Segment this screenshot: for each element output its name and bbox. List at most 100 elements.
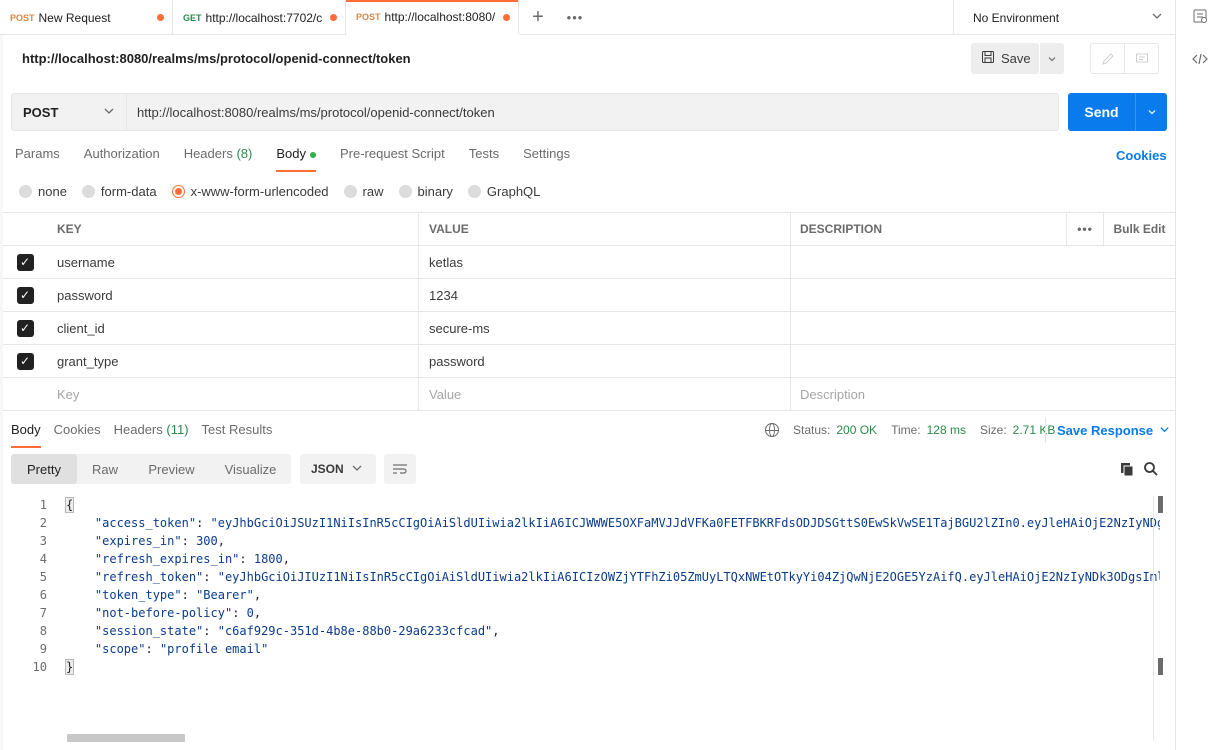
table-row: ✓ username ketlas — [3, 246, 1175, 279]
radio-binary[interactable]: binary — [398, 184, 453, 199]
tabs-more-icon[interactable]: ••• — [557, 0, 593, 34]
response-headers-count: (11) — [166, 422, 189, 437]
response-tabs: Body Cookies Headers (11) Test Results — [11, 422, 272, 448]
row-checkbox[interactable]: ✓ — [3, 345, 47, 377]
wrap-lines-icon[interactable] — [384, 454, 416, 484]
right-rail — [1175, 0, 1223, 750]
radio-none[interactable]: none — [19, 184, 67, 199]
url-input[interactable]: http://localhost:8080/realms/ms/protocol… — [127, 93, 1059, 131]
param-key[interactable]: grant_type — [47, 345, 419, 377]
json-bracket: } — [64, 659, 75, 675]
row-checkbox[interactable]: ✓ — [3, 279, 47, 311]
send-options-chevron-icon[interactable] — [1135, 93, 1167, 131]
code-snippet-icon[interactable] — [1190, 49, 1210, 69]
json-key: "token_type" — [94, 588, 182, 602]
radio-label: raw — [362, 184, 384, 199]
response-tab-headers[interactable]: Headers (11) — [114, 422, 189, 448]
save-button[interactable]: Save — [971, 43, 1039, 74]
view-visualize-button[interactable]: Visualize — [210, 454, 291, 484]
new-tab-plus-icon[interactable]: + — [519, 0, 557, 34]
edit-pencil-icon[interactable] — [1091, 44, 1125, 73]
tab-token-request[interactable]: POST http://localhost:8080/ — [346, 0, 519, 35]
line-number: 7 — [39, 606, 47, 620]
unsaved-dot-icon — [330, 14, 337, 21]
json-key: "session_state" — [94, 624, 204, 638]
vertical-scroll-track[interactable] — [1153, 496, 1154, 741]
empty-check-cell — [3, 378, 47, 410]
code-line: 3 "expires_in": 300, — [0, 532, 1160, 550]
param-key[interactable]: password — [47, 279, 419, 311]
horizontal-scrollbar-thumb[interactable] — [67, 734, 185, 742]
copy-icon[interactable] — [1118, 460, 1136, 478]
status-value[interactable]: 200 OK — [836, 423, 877, 437]
json-value: "Bearer" — [196, 588, 254, 602]
format-select[interactable]: JSON — [300, 454, 376, 484]
tab-get-request[interactable]: GET http://localhost:7702/c — [173, 0, 346, 35]
json-value: 1800 — [253, 552, 283, 566]
cookies-link[interactable]: Cookies — [1116, 148, 1167, 163]
row-checkbox[interactable]: ✓ — [3, 246, 47, 278]
save-options-chevron-icon[interactable] — [1040, 43, 1064, 74]
http-method-select[interactable]: POST — [11, 93, 127, 131]
tab-settings[interactable]: Settings — [523, 146, 570, 172]
code-line: 5 "refresh_token": "eyJhbGciOiJIUzI1NiIs… — [0, 568, 1160, 586]
param-key[interactable]: client_id — [47, 312, 419, 344]
code-line: 7 "not-before-policy": 0, — [0, 604, 1160, 622]
body-type-radio-group: none form-data x-www-form-urlencoded raw… — [19, 184, 540, 199]
send-button[interactable]: Send — [1068, 93, 1135, 131]
param-key[interactable]: username — [47, 246, 419, 278]
search-icon[interactable] — [1142, 460, 1160, 478]
view-pretty-button[interactable]: Pretty — [11, 454, 77, 484]
line-number: 10 — [32, 660, 47, 674]
header-check-cell — [3, 213, 47, 245]
view-raw-button[interactable]: Raw — [77, 454, 133, 484]
edit-comment-group — [1090, 43, 1159, 74]
save-response-button[interactable]: Save Response — [1045, 417, 1170, 443]
param-description[interactable] — [791, 246, 1066, 278]
request-name[interactable]: http://localhost:8080/realms/ms/protocol… — [22, 51, 411, 66]
radio-graphql[interactable]: GraphQL — [467, 184, 541, 199]
json-value: 0 — [246, 606, 254, 620]
globe-icon[interactable] — [765, 423, 779, 437]
tab-title: http://localhost:8080/ — [384, 9, 496, 24]
tab-body[interactable]: Body — [276, 146, 316, 172]
scroll-marker — [1158, 496, 1163, 513]
response-json-viewer[interactable]: 1{ 2 "access_token": "eyJhbGciOiJSUzI1Ni… — [0, 496, 1160, 736]
param-value[interactable]: 1234 — [419, 279, 791, 311]
radio-label: GraphQL — [486, 184, 541, 199]
time-value[interactable]: 128 ms — [927, 423, 966, 437]
tab-params[interactable]: Params — [15, 146, 60, 172]
environment-quick-look-icon[interactable] — [1190, 6, 1210, 26]
tab-tests[interactable]: Tests — [469, 146, 499, 172]
radio-urlencoded[interactable]: x-www-form-urlencoded — [171, 184, 329, 199]
new-value-input[interactable]: Value — [419, 378, 791, 410]
response-tab-body[interactable]: Body — [11, 422, 41, 448]
param-value[interactable]: ketlas — [419, 246, 791, 278]
tab-prerequest-script[interactable]: Pre-request Script — [340, 146, 445, 172]
environment-selector[interactable]: No Environment — [953, 0, 1175, 35]
column-header-description: DESCRIPTION — [800, 222, 883, 236]
radio-raw[interactable]: raw — [343, 184, 384, 199]
form-params-table: KEY VALUE DESCRIPTION ••• Bulk Edit ✓ us… — [3, 212, 1175, 411]
row-checkbox[interactable]: ✓ — [3, 312, 47, 344]
response-tab-cookies[interactable]: Cookies — [54, 422, 101, 448]
more-options-icon[interactable]: ••• — [1066, 213, 1104, 245]
tab-headers-label: Headers — [183, 146, 233, 161]
new-key-input[interactable]: Key — [47, 378, 419, 410]
view-preview-button[interactable]: Preview — [133, 454, 210, 484]
comment-icon[interactable] — [1125, 44, 1158, 73]
radio-form-data[interactable]: form-data — [81, 184, 157, 199]
param-description[interactable] — [791, 345, 1066, 377]
param-value[interactable]: secure-ms — [419, 312, 791, 344]
response-tab-test-results[interactable]: Test Results — [202, 422, 273, 448]
param-description[interactable] — [791, 279, 1066, 311]
bulk-edit-button[interactable]: Bulk Edit — [1104, 213, 1175, 245]
tab-new-request[interactable]: POST New Request — [0, 0, 173, 35]
param-description[interactable] — [791, 312, 1066, 344]
tab-headers[interactable]: Headers (8) — [184, 146, 253, 172]
save-response-label: Save Response — [1057, 422, 1154, 438]
new-description-input[interactable]: Description — [791, 378, 1066, 410]
radio-circle-icon — [81, 185, 95, 198]
tab-authorization[interactable]: Authorization — [84, 146, 160, 172]
param-value[interactable]: password — [419, 345, 791, 377]
